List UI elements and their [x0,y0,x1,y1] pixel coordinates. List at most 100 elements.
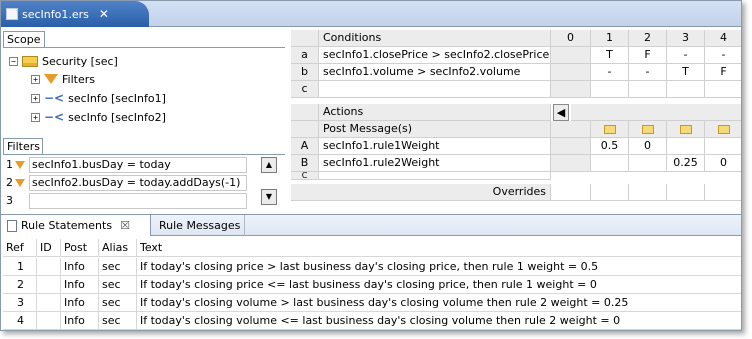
condition-id: b [291,64,319,81]
condition-expression[interactable]: secInfo1.volume > secInfo2.volume [319,64,551,81]
post-cell[interactable] [667,121,705,138]
filter-row-number: 1 [6,158,13,171]
condition-cell[interactable]: - [591,64,629,81]
tree-item-filters[interactable]: + Filters [31,70,95,88]
tab-rule-messages[interactable]: Rule Messages [153,215,245,236]
action-cell[interactable] [591,155,629,172]
override-cell[interactable] [705,184,741,201]
statement-text: If today's closing price > last business… [140,260,599,273]
condition-cell[interactable] [551,47,591,64]
action-id: B [291,155,319,172]
filter-expression[interactable]: secInfo2.busDay = today.addDays(-1) [29,174,247,191]
tab-rule-statements[interactable]: Rule Statements ☒ [1,215,151,236]
id-cell [37,258,61,276]
column-header[interactable]: Post [61,239,99,257]
override-cell[interactable] [629,184,667,201]
tree-item-secinfo2[interactable]: + −< secInfo [secInfo2] [31,108,166,126]
condition-cell[interactable] [551,81,591,98]
action-cell[interactable]: 0.5 [591,138,629,155]
action-cell[interactable] [551,155,591,172]
post-cell[interactable] [705,121,741,138]
override-cell[interactable] [551,184,591,201]
condition-cell[interactable]: T [591,47,629,64]
override-cell[interactable] [591,184,629,201]
condition-cell[interactable]: - [705,47,741,64]
document-icon [7,219,17,232]
condition-cell[interactable]: F [629,47,667,64]
post-cell[interactable] [551,121,591,138]
table-row[interactable]: 1 Info sec If today's closing price > la… [3,258,741,276]
filter-row-number: 2 [6,176,13,189]
scroll-down-button[interactable]: ▼ [261,189,277,205]
tree-item-label: Security [sec] [42,54,118,68]
expand-icon[interactable]: + [31,74,40,84]
action-cell[interactable]: 0 [705,155,741,172]
table-row[interactable]: 3 Info sec If today's closing volume > l… [3,294,741,312]
action-cell[interactable]: 0.25 [667,155,705,172]
condition-cell[interactable]: T [667,64,705,81]
rule-column-header[interactable]: 4 [705,30,741,47]
filter-expression[interactable] [29,192,247,209]
action-expression[interactable]: secInfo1.rule1Weight [319,138,551,155]
action-cell[interactable] [667,138,705,155]
condition-cell[interactable]: - [667,47,705,64]
id-cell [37,276,61,294]
condition-cell[interactable] [705,81,741,98]
action-cell[interactable]: 0 [629,138,667,155]
condition-cell[interactable]: - [629,64,667,81]
action-expression[interactable]: secInfo1.rule2Weight [319,155,551,172]
horizontal-scrollbar[interactable] [571,104,741,121]
condition-expression[interactable] [319,81,551,98]
alias-cell: sec [99,258,137,276]
column-header[interactable]: Text [137,239,741,257]
tree-item-security[interactable]: − Security [sec] [9,52,118,70]
post-cell: Info [61,294,99,312]
condition-cell[interactable] [591,81,629,98]
column-header[interactable]: Alias [99,239,137,257]
scope-tab[interactable]: Scope [3,31,45,47]
tree-item-label: Filters [62,72,95,86]
override-cell[interactable] [667,184,705,201]
grid-corner [291,121,319,138]
post-cell: Info [61,258,99,276]
column-header[interactable]: ID [37,239,61,257]
alias-link-icon: −< [44,91,65,105]
id-cell [37,294,61,312]
condition-expression[interactable]: secInfo1.closePrice > secInfo2.closePric… [319,47,551,64]
alias-link-icon: −< [44,110,65,124]
condition-cell[interactable] [667,81,705,98]
condition-cell[interactable]: F [705,64,741,81]
action-cell[interactable] [551,138,591,155]
filter-expression[interactable]: secInfo1.busDay = today [29,156,247,173]
rule-column-header[interactable]: 3 [667,30,705,47]
post-cell[interactable] [591,121,629,138]
scroll-up-button[interactable]: ▲ [261,157,277,173]
rule-column-header[interactable]: 0 [551,30,591,47]
alias-cell: sec [99,276,137,294]
column-header[interactable]: Ref [3,239,37,257]
filter-row[interactable]: 1 secInfo1.busDay = today [3,156,247,173]
table-row[interactable]: 2 Info sec If today's closing price <= l… [3,276,741,294]
decision-table: Conditions 0 1 2 3 4 a secInfo1.closePri… [291,30,741,206]
close-icon[interactable]: ✕ [99,7,109,21]
condition-cell[interactable] [551,64,591,81]
filter-row[interactable]: 2 secInfo2.busDay = today.addDays(-1) [3,174,247,191]
tree-item-secinfo1[interactable]: + −< secInfo [secInfo1] [31,89,166,107]
filter-row[interactable]: 3 [3,192,247,209]
post-cell[interactable] [629,121,667,138]
table-row[interactable]: 4 Info sec If today's closing volume <= … [3,312,741,330]
scroll-left-button[interactable]: ◀ [553,104,569,121]
collapse-icon[interactable]: − [9,56,18,66]
rule-column-header[interactable]: 1 [591,30,629,47]
action-expression[interactable] [319,172,551,180]
action-cell[interactable] [629,155,667,172]
rule-column-header[interactable]: 2 [629,30,667,47]
expand-icon[interactable]: + [31,112,40,122]
editor-tab[interactable]: secInfo1.ers ✕ [1,1,149,27]
filters-tab[interactable]: Filters [3,138,43,154]
close-icon[interactable]: ☒ [120,216,130,236]
expand-icon[interactable]: + [31,93,40,103]
action-cell[interactable] [705,138,741,155]
condition-cell[interactable] [629,81,667,98]
filter-row-number: 3 [6,194,13,207]
